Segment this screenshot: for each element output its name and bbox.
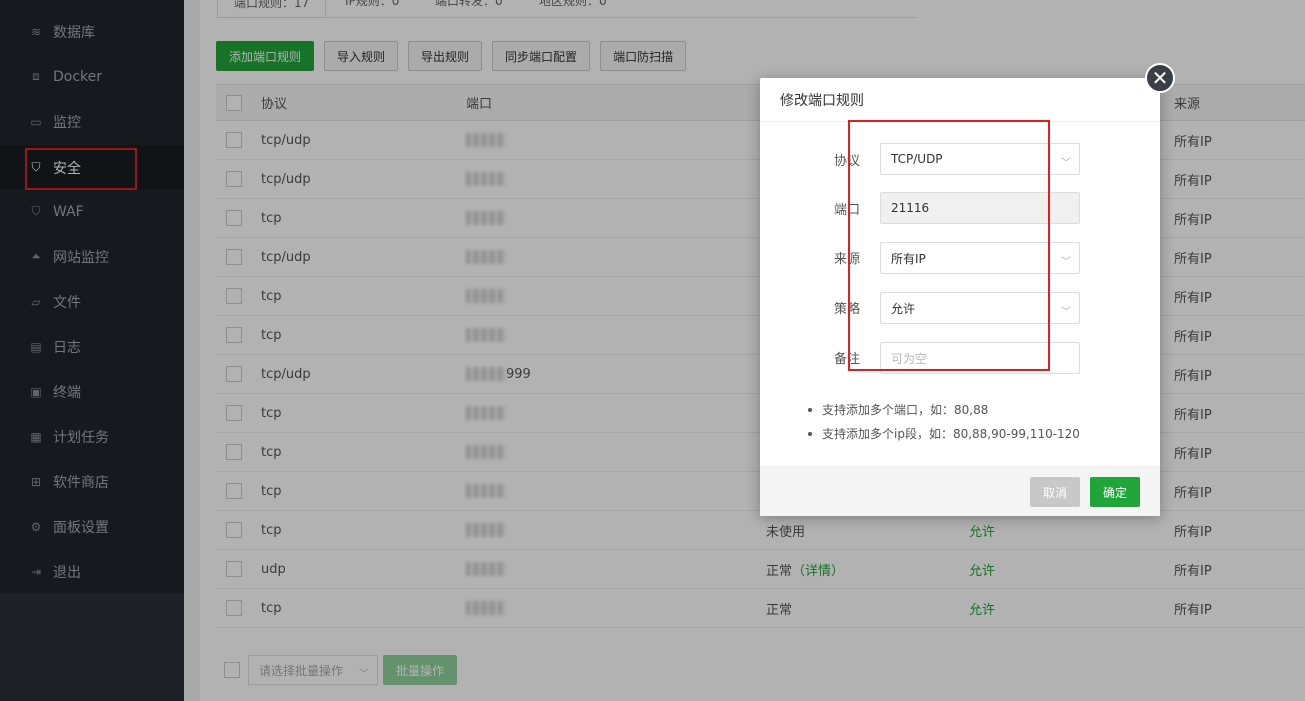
source-label: 来源	[833, 252, 860, 267]
dialog-tips: 支持添加多个端口，如：80,88 支持添加多个ip段，如：80,88,90-99…	[808, 400, 1080, 448]
close-icon[interactable]: ✕	[1145, 63, 1175, 93]
cancel-button[interactable]: 取消	[1030, 477, 1080, 507]
chevron-down-icon: ﹀	[1061, 307, 1071, 318]
port-label: 端口	[833, 203, 860, 218]
highlight-box-form	[848, 120, 1050, 371]
confirm-button[interactable]: 确定	[1090, 477, 1140, 507]
tip-item: 支持添加多个端口，如：80,88	[808, 400, 1080, 424]
policy-label: 策略	[833, 302, 860, 317]
dialog-footer: 取消 确定	[760, 466, 1160, 516]
chevron-down-icon: ﹀	[1061, 257, 1071, 268]
protocol-label: 协议	[833, 154, 860, 169]
tip-item: 支持添加多个ip段，如：80,88,90-99,110-120	[808, 424, 1080, 448]
dialog-title: 修改端口规则	[760, 78, 1160, 122]
chevron-down-icon: ﹀	[1061, 158, 1071, 169]
remark-label: 备注	[833, 352, 860, 367]
